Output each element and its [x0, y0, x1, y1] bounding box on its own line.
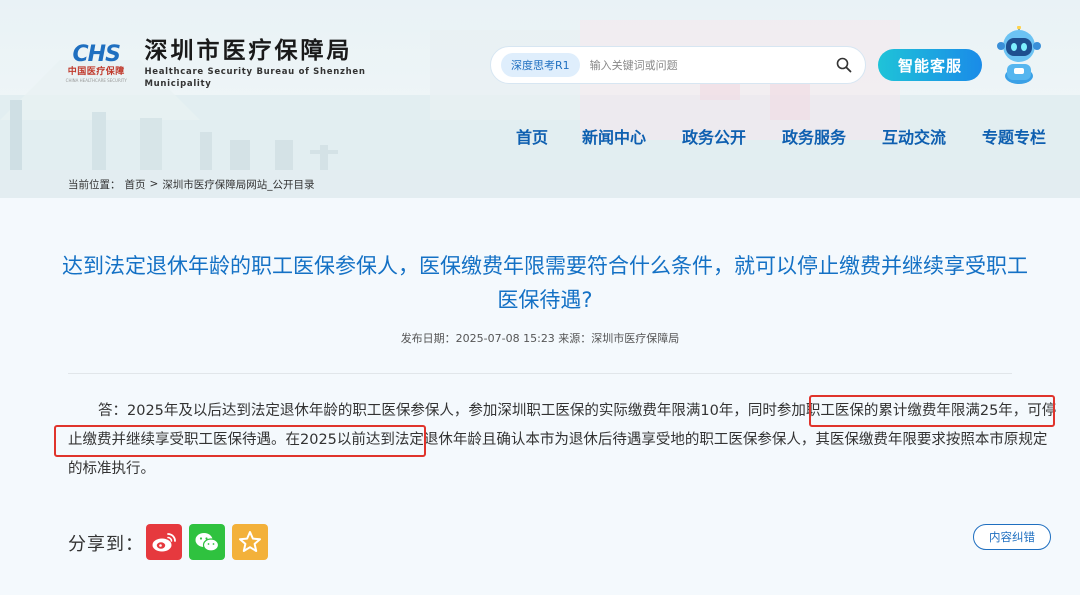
site-title: 深圳市医疗保障局 Healthcare Security Bureau of S…	[144, 36, 422, 90]
weibo-icon[interactable]	[146, 524, 182, 560]
favorite-icon[interactable]	[232, 524, 268, 560]
breadcrumb-label: 当前位置：	[68, 178, 121, 191]
article-meta: 发布日期：2025-07-08 15:23 来源：深圳市医疗保障局	[400, 332, 680, 345]
site-header: CHS 中国医疗保障 CHINA HEALTHCARE SECURITY 深圳市…	[0, 0, 1080, 170]
breadcrumb-home[interactable]: 首页	[125, 177, 146, 192]
nav-home[interactable]: 首页	[516, 124, 548, 148]
divider	[68, 373, 1012, 374]
main-nav: 首页 新闻中心 政务公开 政务服务 互动交流 专题专栏	[0, 124, 1080, 148]
nav-interaction[interactable]: 互动交流	[882, 124, 946, 148]
breadcrumb-current[interactable]: 深圳市医疗保障局网站_公开目录	[162, 177, 314, 192]
share-label: 分享到：	[68, 534, 144, 555]
search-icon[interactable]	[835, 56, 853, 74]
article-title: 达到法定退休年龄的职工医保参保人，医保缴费年限需要符合什么条件，就可以停止缴费并…	[62, 254, 1028, 312]
logo-cn-text: 中国医疗保障	[67, 66, 125, 77]
chs-logo-mark: CHS 中国医疗保障 CHINA HEALTHCARE SECURITY	[62, 39, 130, 87]
article-body-part1: 答：2025年及以后达到法定退休年龄的职工医保参保人，参加深圳职工医保的实际缴费…	[98, 403, 748, 419]
robot-assistant-icon[interactable]	[994, 26, 1044, 84]
breadcrumb-separator: >	[149, 178, 159, 190]
highlight-box-line1	[809, 395, 1055, 427]
nav-gov-affairs[interactable]: 政务公开	[682, 124, 746, 148]
site-title-en: Healthcare Security Bureau of Shenzhen M…	[144, 67, 366, 89]
breadcrumb: 当前位置： 首页 > 深圳市医疗保障局网站_公开目录	[0, 170, 1080, 198]
logo-en-text: CHINA HEALTHCARE SECURITY	[65, 77, 127, 83]
search-input[interactable]	[589, 58, 835, 72]
site-logo[interactable]: CHS 中国医疗保障 CHINA HEALTHCARE SECURITY 深圳市…	[62, 36, 422, 90]
search-box: 深度思考R1	[490, 46, 866, 84]
content-correction-button[interactable]: 内容纠错	[973, 524, 1051, 550]
smart-service-button[interactable]: 智能客服	[878, 49, 982, 81]
highlight-box-line2	[54, 425, 426, 457]
nav-news[interactable]: 新闻中心	[582, 124, 646, 148]
nav-topics[interactable]: 专题专栏	[982, 124, 1046, 148]
deep-think-tag[interactable]: 深度思考R1	[501, 53, 580, 77]
logo-chs-text: CHS	[72, 41, 121, 67]
wechat-icon[interactable]	[189, 524, 225, 560]
site-title-cn: 深圳市医疗保障局	[144, 38, 353, 64]
nav-gov-services[interactable]: 政务服务	[782, 124, 846, 148]
